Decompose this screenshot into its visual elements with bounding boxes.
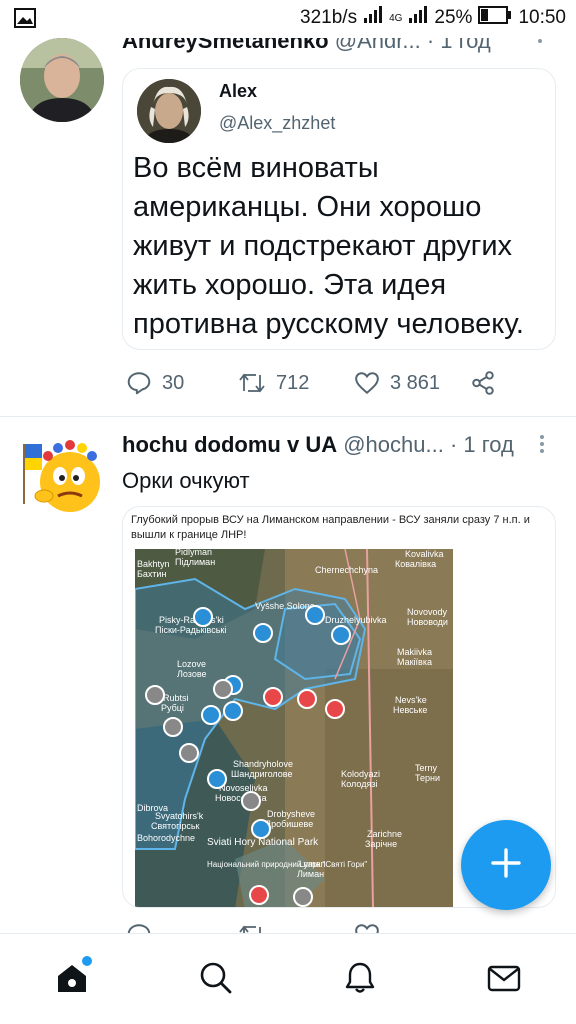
nav-home[interactable]	[52, 956, 92, 1000]
map-label: Дробишеве	[265, 819, 313, 829]
map-label: Dibrova	[137, 803, 168, 813]
map-label: Nevs'ke	[395, 695, 427, 705]
more-options-icon[interactable]	[539, 434, 545, 460]
mail-icon	[486, 960, 522, 1001]
map-label: Bohorodychne	[137, 833, 195, 843]
map-label: Зарічне	[365, 839, 397, 849]
map-label: Національний природний парк "Святі Гори"	[207, 860, 367, 869]
map-label: Макіївка	[397, 657, 432, 667]
signal-icon	[363, 6, 383, 30]
clock: 10:50	[518, 7, 566, 28]
network-speed: 321b/s	[300, 7, 358, 28]
heart-icon	[354, 371, 380, 395]
nav-notifications[interactable]	[340, 960, 380, 1000]
map-label: Novoselivka	[219, 783, 268, 793]
reply-count: 30	[162, 371, 185, 394]
retweet-icon	[238, 371, 266, 395]
map-label: Святогірськ	[151, 821, 200, 831]
retweet-button[interactable]: 712	[238, 371, 354, 395]
map-label: Shandryholove	[233, 759, 293, 769]
nav-messages[interactable]	[484, 960, 524, 1000]
bottom-navigation	[0, 933, 576, 1024]
avatar[interactable]	[20, 38, 104, 122]
map-label: Лиман	[297, 869, 324, 879]
bell-icon	[342, 960, 378, 1001]
avatar[interactable]	[18, 434, 106, 516]
quote-text: Во всём виноваты американцы. Они хорошо …	[133, 152, 524, 340]
map-label: Рубці	[161, 703, 184, 713]
tweet-header: hochu dodomu v UA @hochu... · 1 год	[122, 432, 542, 458]
search-icon	[198, 960, 234, 1001]
map-label: Lozove	[177, 659, 206, 669]
map-label: Pidlyman	[175, 549, 212, 557]
map-label: Novovody	[407, 607, 448, 617]
nav-search[interactable]	[196, 960, 236, 1000]
map-label: Bakhtyn	[137, 559, 170, 569]
quote-avatar[interactable]	[137, 79, 201, 143]
quote-author-handle: @Alex_zhzhet	[219, 113, 336, 133]
map-label: Піски-Радьківські	[155, 625, 226, 635]
map-label: Lyman	[299, 859, 326, 869]
map-label: Zarichne	[367, 829, 402, 839]
map-label: Бахтин	[137, 569, 166, 579]
map-label: Druzhelyubivka	[325, 615, 387, 625]
map-label: Makiivka	[397, 647, 432, 657]
tweet[interactable]: AndreySmetanenko @Andr... · 1 год Alex @…	[0, 0, 576, 416]
signal-icon-2	[408, 6, 428, 30]
map-image: Pidlyman Підлиман Bakhtyn Бахтин Chernec…	[135, 549, 453, 907]
map-label: Ковалівка	[395, 559, 436, 569]
share-button[interactable]	[470, 370, 496, 396]
map-label: Невське	[393, 705, 427, 715]
reply-icon	[126, 370, 152, 396]
like-button[interactable]: 3 861	[354, 371, 470, 395]
map-label: Terny	[415, 763, 438, 773]
map-label: Chernechchyna	[315, 565, 378, 575]
plus-icon	[489, 846, 523, 885]
gallery-icon	[14, 8, 36, 33]
tweet-actions: 30 712 3 861	[126, 370, 496, 396]
map-label: Drobysheve	[267, 809, 315, 819]
like-count: 3 861	[390, 371, 441, 394]
status-bar: 321b/s 4G 25% 10:50	[0, 0, 576, 38]
reply-button[interactable]: 30	[126, 370, 238, 396]
quote-author-name: Alex	[219, 81, 258, 101]
map-label: Лозове	[177, 669, 207, 679]
tweet-divider	[0, 416, 576, 417]
quoted-tweet[interactable]: Alex @Alex_zhzhet Во всём виноваты амери…	[122, 68, 556, 350]
map-label: Kovalivka	[405, 549, 444, 559]
tweet-text: Орки очкуют	[122, 468, 250, 493]
map-label: Vyšshe Solone	[255, 601, 315, 611]
map-label: Нововоди	[407, 617, 448, 627]
map-label: Шандриголове	[231, 769, 292, 779]
author-handle[interactable]: @hochu...	[343, 432, 444, 457]
author-name[interactable]: hochu dodomu v UA	[122, 432, 337, 457]
media-caption: Глубокий прорыв ВСУ на Лиманском направл…	[131, 514, 530, 541]
map-label: Rubtsi	[163, 693, 189, 703]
notification-dot	[82, 956, 92, 966]
battery-icon	[478, 6, 512, 30]
map-label: Kolodyazi	[341, 769, 380, 779]
map-label: Pisky-Radkivs'ki	[159, 615, 224, 625]
battery-percent: 25%	[434, 7, 473, 28]
retweet-count: 712	[276, 371, 310, 394]
network-type: 4G	[389, 12, 403, 24]
tweet-time: · 1 год	[449, 432, 514, 457]
map-label: Терни	[415, 773, 440, 783]
compose-tweet-button[interactable]	[461, 820, 551, 910]
map-label: Колодязі	[341, 779, 377, 789]
share-icon	[470, 370, 496, 396]
map-label: Підлиман	[175, 557, 215, 567]
